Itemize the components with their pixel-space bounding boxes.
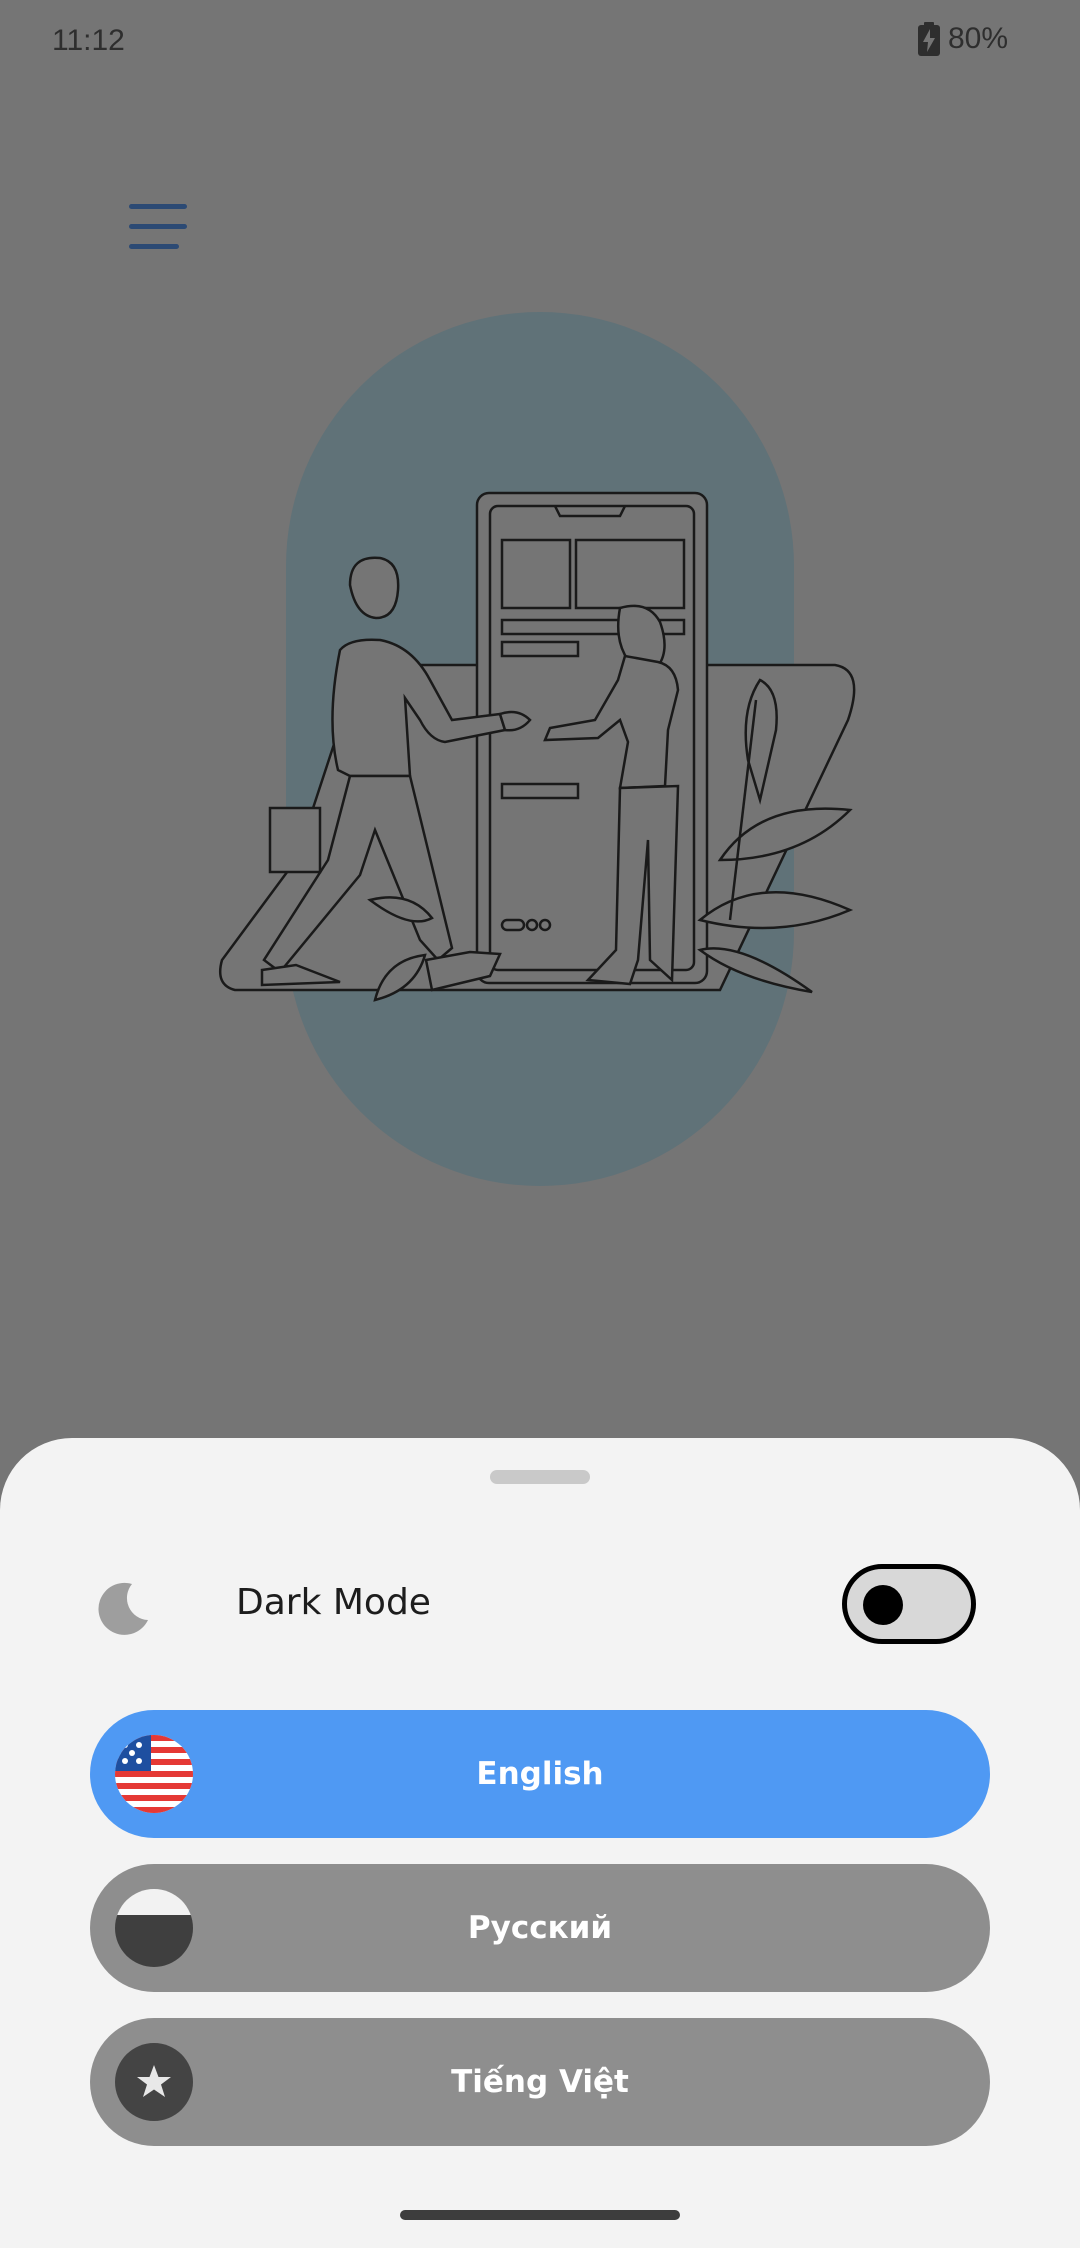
sheet-drag-handle[interactable]	[490, 1470, 590, 1484]
vietnam-flag-icon	[115, 2043, 193, 2121]
dark-mode-toggle[interactable]	[842, 1564, 976, 1644]
language-label-english: English	[476, 1756, 604, 1792]
language-button-english[interactable]: English	[90, 1710, 990, 1838]
dark-mode-label: Dark Mode	[236, 1582, 431, 1623]
battery-status: 80%	[917, 22, 1008, 56]
status-time: 11:12	[52, 24, 125, 57]
language-button-russian[interactable]: Русский	[90, 1864, 990, 1992]
moon-icon	[98, 1582, 148, 1635]
language-label-russian: Русский	[467, 1910, 613, 1946]
battery-charging-icon	[917, 22, 940, 56]
screen: 11:12 80% Dark Mode English Русский Tiến…	[0, 0, 1080, 2248]
menu-button[interactable]	[118, 192, 198, 262]
home-indicator[interactable]	[400, 2210, 680, 2220]
status-bar: 11:12 80%	[0, 0, 1080, 88]
battery-percent: 80%	[947, 22, 1008, 55]
toggle-knob	[863, 1585, 903, 1625]
dark-mode-row: Dark Mode	[0, 1538, 1080, 1668]
language-button-vietnamese[interactable]: Tiếng Việt	[90, 2018, 990, 2146]
settings-bottom-sheet: Dark Mode English Русский Tiếng Việt	[0, 1438, 1080, 2248]
hamburger-menu-icon	[129, 204, 187, 249]
us-flag-icon	[115, 1735, 193, 1813]
handshake-illustration	[218, 312, 856, 1186]
russia-flag-icon	[115, 1889, 193, 1967]
language-label-vietnamese: Tiếng Việt	[451, 2064, 629, 2100]
